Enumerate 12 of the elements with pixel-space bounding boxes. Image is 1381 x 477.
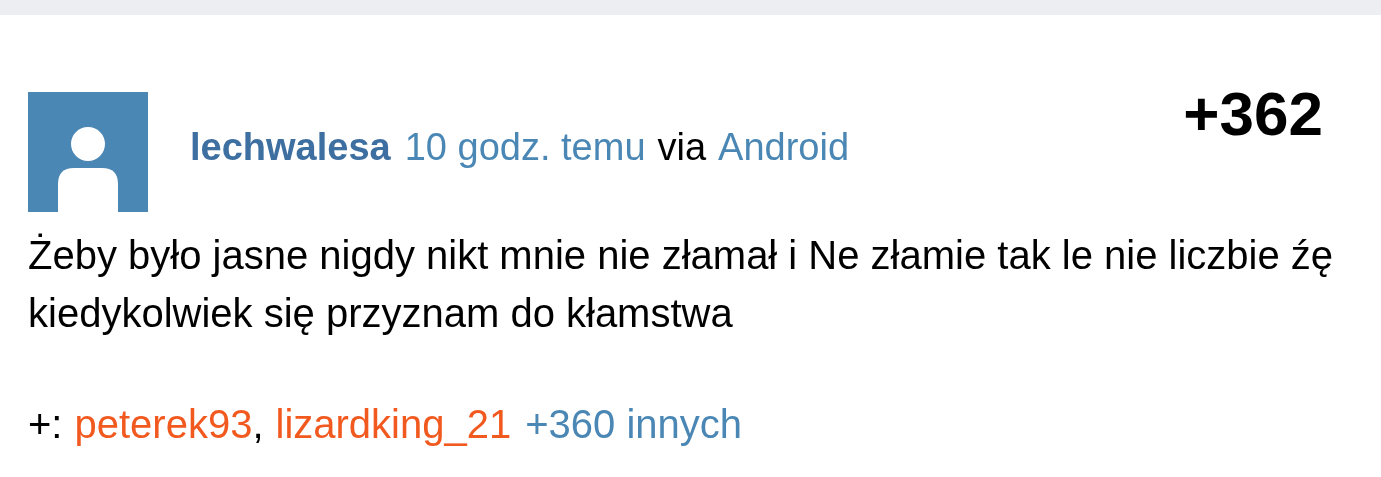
username-link[interactable]: lechwalesa [190, 118, 391, 176]
voter-link[interactable]: peterek93 [74, 394, 253, 454]
vote-score: +362 [1183, 83, 1323, 150]
avatar-icon[interactable] [28, 92, 148, 212]
comment-text: Żeby było jasne nigdy nikt mnie nie złamał i Ne złamie tak le nie liczbie źę kiedykolwiek się przyznam do kłamstwa [28, 232, 1335, 337]
separator: , [252, 401, 264, 448]
via-label: via [657, 124, 707, 170]
platform-link[interactable]: Android [718, 118, 850, 176]
timestamp[interactable]: 10 godz. temu [404, 118, 646, 176]
others-link[interactable]: +360 innych [525, 394, 743, 454]
voter-link[interactable]: lizardking_21 [275, 394, 512, 454]
plus-label: +: [28, 401, 63, 448]
